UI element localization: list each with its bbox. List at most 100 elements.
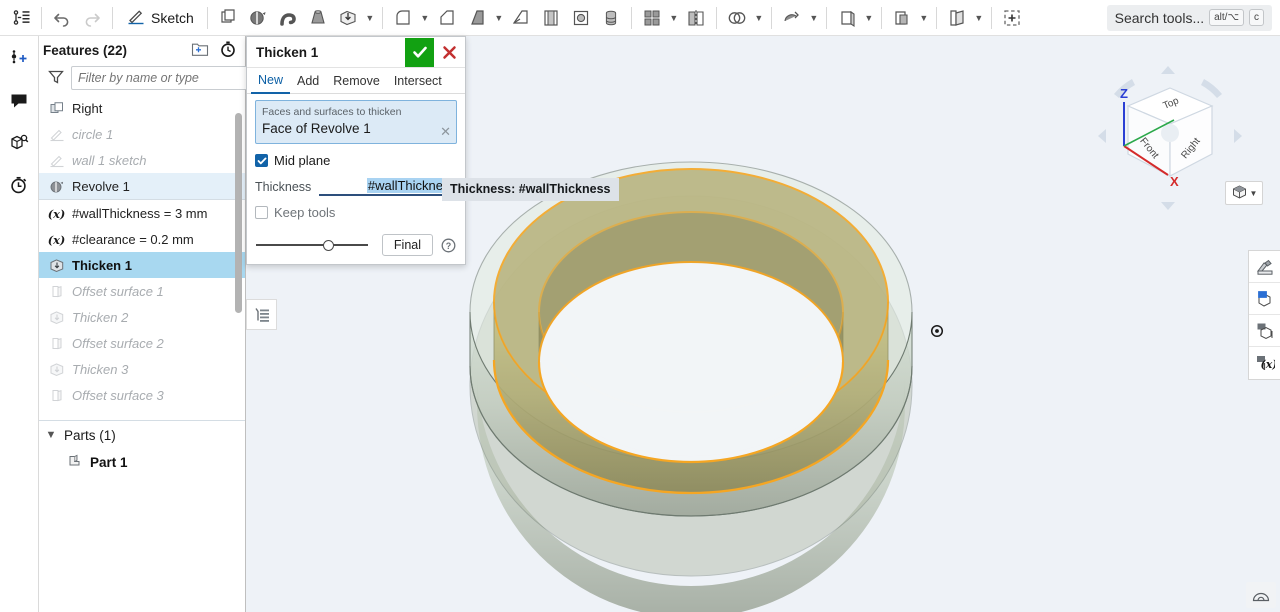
shell-icon[interactable]: [536, 3, 566, 33]
toolbar-divider: [206, 6, 208, 29]
hole-icon[interactable]: [566, 3, 596, 33]
loft-icon[interactable]: [303, 3, 333, 33]
measure-icon[interactable]: [1249, 315, 1280, 347]
rib-icon[interactable]: [506, 3, 536, 33]
thickness-tooltip: Thickness: #wallThickness: [442, 178, 619, 201]
midplane-row[interactable]: Mid plane: [255, 153, 457, 168]
mirror-icon[interactable]: [681, 3, 711, 33]
tree-item-offset-surface-2[interactable]: Offset surface 2: [39, 330, 245, 356]
parts-section-header[interactable]: ▼ Parts (1): [39, 421, 245, 449]
svg-text:(x): (x): [1260, 358, 1274, 371]
keeptools-row[interactable]: Keep tools: [255, 205, 457, 220]
midplane-checkbox[interactable]: [255, 154, 268, 167]
parts-count-label: Parts (1): [64, 427, 116, 443]
part-studio-icon[interactable]: [4, 128, 34, 158]
thicken-icon: [47, 362, 66, 377]
variable-table-icon[interactable]: (x): [1249, 347, 1280, 379]
revolve-icon: [47, 179, 66, 194]
boolean-icon[interactable]: [722, 3, 752, 33]
keeptools-checkbox[interactable]: [255, 206, 268, 219]
tree-item-variable-clearance[interactable]: (x) #clearance = 0.2 mm: [39, 226, 245, 252]
feature-tree-toggle-button[interactable]: [6, 3, 36, 33]
chevron-down-icon[interactable]: ▼: [492, 3, 506, 33]
chevron-down-icon[interactable]: ▼: [45, 429, 57, 441]
tree-item-thicken-2[interactable]: Thicken 2: [39, 304, 245, 330]
origin-point-icon: [930, 324, 944, 341]
tab-intersect[interactable]: Intersect: [387, 68, 449, 94]
comment-icon[interactable]: [4, 86, 34, 116]
draft-icon[interactable]: [462, 3, 492, 33]
display-style-button[interactable]: ▼: [1225, 181, 1263, 205]
clear-selection-icon[interactable]: ✕: [440, 125, 451, 138]
derive-icon[interactable]: [887, 3, 917, 33]
dialog-operation-tabs: New Add Remove Intersect: [247, 68, 465, 94]
feature-filter-input[interactable]: [71, 66, 248, 90]
parts-item-part-1[interactable]: Part 1: [39, 449, 245, 475]
chevron-down-icon[interactable]: ▼: [752, 3, 766, 33]
chevron-down-icon[interactable]: ▼: [917, 3, 931, 33]
transform-icon[interactable]: [777, 3, 807, 33]
tree-item-offset-surface-3[interactable]: Offset surface 3: [39, 382, 245, 408]
tree-item-thicken-1[interactable]: Thicken 1: [39, 252, 245, 278]
appearance-icon[interactable]: [1249, 251, 1280, 283]
dialog-title: Thicken 1: [256, 44, 319, 60]
new-folder-icon[interactable]: [191, 41, 209, 60]
chamfer-icon[interactable]: [432, 3, 462, 33]
tree-item-variable-wallthickness[interactable]: (x) #wallThickness = 3 mm: [39, 200, 245, 226]
faces-selection-box[interactable]: Faces and surfaces to thicken Face of Re…: [255, 100, 457, 144]
revolve-icon[interactable]: [243, 3, 273, 33]
split-icon[interactable]: [832, 3, 862, 33]
fillet-icon[interactable]: [388, 3, 418, 33]
tree-item-right[interactable]: Right: [39, 95, 245, 121]
feature-list-button[interactable]: [246, 299, 277, 330]
chevron-down-icon[interactable]: ▼: [667, 3, 681, 33]
chevron-down-icon[interactable]: ▼: [972, 3, 986, 33]
pattern-icon[interactable]: [637, 3, 667, 33]
add-custom-feature-icon[interactable]: [997, 3, 1027, 33]
search-tools-box[interactable]: Search tools... alt/⌥ c: [1106, 4, 1272, 31]
slider-knob[interactable]: [323, 240, 335, 251]
toolbar-divider: [880, 6, 882, 29]
feature-tree-header: Features (22): [39, 36, 245, 64]
filter-icon: [47, 68, 65, 89]
extrude-icon[interactable]: [333, 3, 363, 33]
thickness-input[interactable]: #wallThickness: [319, 178, 457, 196]
chevron-down-icon[interactable]: ▼: [1250, 189, 1258, 198]
final-button[interactable]: Final: [381, 234, 433, 256]
sweep-icon[interactable]: [273, 3, 303, 33]
sheetmetal-icon[interactable]: [942, 3, 972, 33]
tree-item-wall-1-sketch[interactable]: wall 1 sketch: [39, 147, 245, 173]
feature-tree-list[interactable]: Right circle 1 wall 1 sketch Revolve 1 (…: [39, 95, 245, 612]
help-icon[interactable]: ?: [441, 238, 456, 253]
tab-add[interactable]: Add: [290, 68, 326, 94]
tree-item-offset-surface-1[interactable]: Offset surface 1: [39, 278, 245, 304]
tree-item-thicken-3[interactable]: Thicken 3: [39, 356, 245, 382]
tab-new[interactable]: New: [251, 68, 291, 94]
feature-preview-slider[interactable]: [256, 238, 374, 252]
toolbar-divider: [935, 6, 937, 29]
tree-item-revolve-1[interactable]: Revolve 1: [39, 173, 245, 199]
feature-tree-scrollbar[interactable]: [235, 113, 242, 313]
svg-text:X: X: [1170, 174, 1179, 189]
dialog-cancel-button[interactable]: [435, 38, 463, 67]
thread-icon[interactable]: [596, 3, 626, 33]
tree-item-circle-1[interactable]: circle 1: [39, 121, 245, 147]
insert-icon[interactable]: [4, 44, 34, 74]
chevron-down-icon[interactable]: ▼: [862, 3, 876, 33]
feature-tree-panel: Features (22) Right: [39, 36, 248, 612]
sketch-button[interactable]: Sketch: [118, 3, 202, 33]
undo-button[interactable]: [47, 3, 77, 33]
tab-remove[interactable]: Remove: [326, 68, 387, 94]
section-view-icon[interactable]: [1249, 283, 1280, 315]
plane-icon[interactable]: [213, 3, 243, 33]
chevron-down-icon[interactable]: ▼: [363, 3, 377, 33]
rollback-timer-icon[interactable]: [219, 40, 237, 61]
chevron-down-icon[interactable]: ▼: [418, 3, 432, 33]
dialog-accept-button[interactable]: [405, 37, 434, 67]
sketch-icon: [47, 127, 66, 142]
history-icon[interactable]: [4, 170, 34, 200]
right-tool-stack: (x): [1248, 250, 1280, 380]
chevron-down-icon[interactable]: ▼: [807, 3, 821, 33]
help-bubble-icon[interactable]: [1246, 582, 1276, 608]
redo-button[interactable]: [77, 3, 107, 33]
